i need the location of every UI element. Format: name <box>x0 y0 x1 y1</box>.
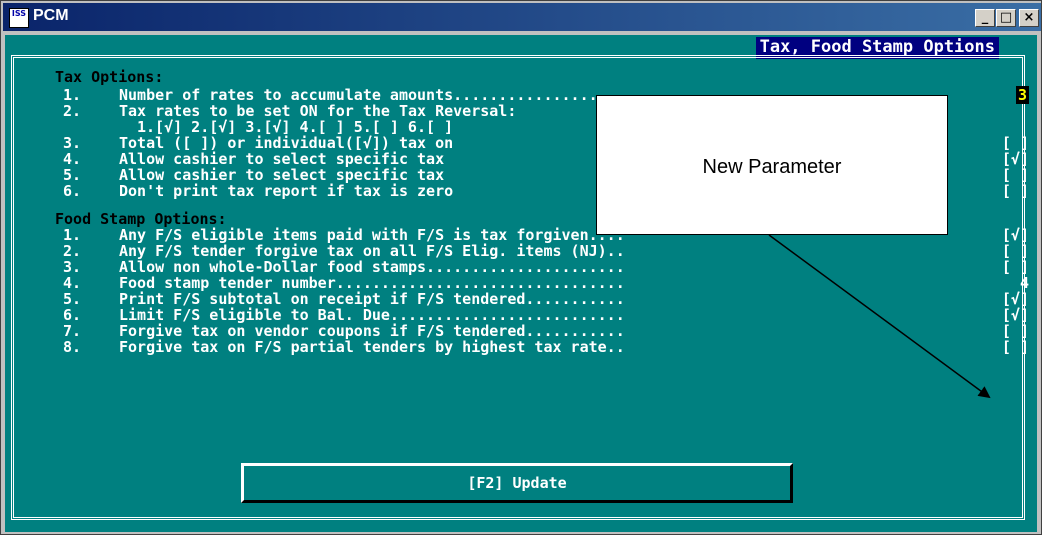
callout-arrow-icon <box>768 234 991 399</box>
update-button[interactable]: [F2] Update <box>241 463 793 503</box>
pcm-window: ISS PCM _ □ × Tax, Food Stamp Options Ta… <box>0 0 1042 535</box>
